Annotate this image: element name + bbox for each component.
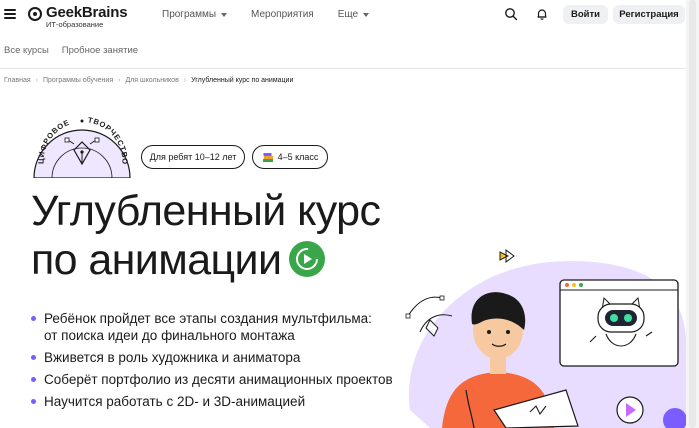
animation-window xyxy=(559,279,679,367)
nav-programs-label: Программы xyxy=(162,9,217,20)
subnav-trial-lesson[interactable]: Пробное занятие xyxy=(62,45,138,56)
logo-title: GeekBrains xyxy=(46,4,128,21)
page-title-line-2-text: по анимации xyxy=(31,236,282,284)
play-button-icon xyxy=(616,396,644,424)
menu-icon[interactable] xyxy=(4,9,16,19)
logo-mark-icon xyxy=(28,7,42,21)
scrollbar[interactable] xyxy=(686,0,699,428)
breadcrumb-home[interactable]: Главная xyxy=(4,77,31,84)
age-tag-label: Для ребят 10–12 лет xyxy=(149,152,237,162)
list-item: Научится работать с 2D- и 3D-анимацией xyxy=(31,393,393,410)
page-title-line-2: по анимации xyxy=(31,236,380,285)
list-item-text: Ребёнок пройдет все этапы создания мульт… xyxy=(44,311,372,326)
main-nav: Программы Мероприятия Еще xyxy=(162,9,393,20)
scrollbar-thumb[interactable] xyxy=(689,0,696,428)
breadcrumb: Главная › Программы обучения › Для школь… xyxy=(4,77,293,84)
search-icon[interactable] xyxy=(504,7,518,21)
chevron-down-icon xyxy=(221,12,228,17)
books-icon xyxy=(262,152,273,162)
nav-programs[interactable]: Программы xyxy=(162,9,228,20)
page-title-line-1: Углубленный курс xyxy=(31,187,381,235)
list-item-text: Научится работать с 2D- и 3D-анимацией xyxy=(44,394,306,409)
logo-subtitle: ИТ-образование xyxy=(46,20,104,29)
bell-icon[interactable] xyxy=(535,7,549,21)
grade-tag-label: 4–5 класс xyxy=(277,152,319,162)
breadcrumb-programs[interactable]: Программы обучения xyxy=(43,77,113,84)
hero-illustration xyxy=(405,249,687,428)
age-tag: Для ребят 10–12 лет xyxy=(141,145,245,169)
breadcrumb-separator-icon: › xyxy=(183,77,187,84)
list-item-text: Вживется в роль художника и аниматора xyxy=(44,350,301,365)
list-item-text: Соберёт портфолио из десяти анимационных… xyxy=(44,372,393,387)
digital-creativity-badge: ЦИФРОВОЕ ТВОРЧЕСТВО xyxy=(33,115,131,178)
divider xyxy=(0,68,686,69)
subnav-all-courses[interactable]: Все курсы xyxy=(4,45,49,56)
play-icon xyxy=(289,240,326,277)
chevron-down-icon xyxy=(363,12,370,17)
register-button[interactable]: Регистрация xyxy=(613,5,685,24)
list-item-text: от поиска идеи до финального монтажа xyxy=(44,328,295,343)
top-bar: GeekBrains ИТ-образование Программы Меро… xyxy=(0,0,699,30)
nav-events-label: Мероприятия xyxy=(251,9,314,20)
grade-tag: 4–5 класс xyxy=(252,145,328,169)
breadcrumb-current: Углубленный курс по анимации xyxy=(191,77,294,84)
breadcrumb-separator-icon: › xyxy=(118,77,121,84)
sub-nav: Все курсы Пробное занятие xyxy=(4,45,151,56)
login-button[interactable]: Войти xyxy=(563,5,608,24)
feature-list: Ребёнок пройдет все этапы создания мульт… xyxy=(31,310,393,415)
list-item: Ребёнок пройдет все этапы создания мульт… xyxy=(31,310,393,344)
list-item: Вживется в роль художника и аниматора xyxy=(31,349,393,366)
breadcrumb-kids[interactable]: Для школьников xyxy=(125,77,178,84)
nav-more-label: Еще xyxy=(337,9,359,20)
play-sticker-icon xyxy=(499,251,510,261)
nav-events[interactable]: Мероприятия xyxy=(251,9,314,20)
logo[interactable]: GeekBrains ИТ-образование xyxy=(28,4,128,29)
breadcrumb-separator-icon: › xyxy=(35,77,38,84)
page-title: Углубленный курс по анимации xyxy=(31,187,381,285)
nav-more[interactable]: Еще xyxy=(337,9,370,20)
list-item: Соберёт портфолио из десяти анимационных… xyxy=(31,371,393,388)
